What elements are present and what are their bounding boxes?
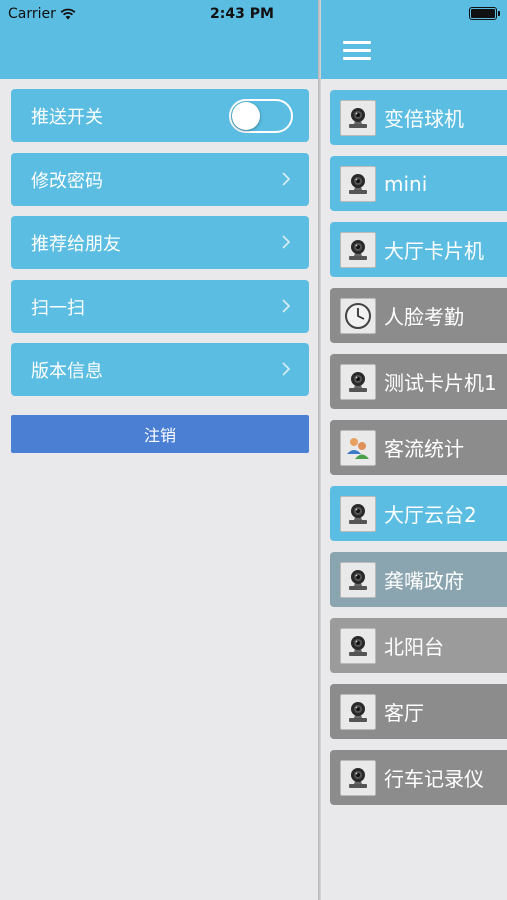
- chevron-right-icon: [282, 299, 291, 313]
- chevron-right-icon: [282, 235, 291, 249]
- device-item-label: 大厅卡片机: [384, 239, 484, 263]
- menu-item-version[interactable]: 版本信息: [11, 343, 309, 396]
- people-icon: [340, 429, 376, 466]
- chevron-right-icon: [282, 172, 291, 186]
- menu-item-scan[interactable]: 扫一扫: [11, 280, 309, 333]
- device-item-label: 变倍球机: [384, 107, 464, 131]
- device-item[interactable]: 大厅卡片机: [330, 222, 507, 277]
- device-item[interactable]: 客厅: [330, 684, 507, 739]
- push-toggle-switch[interactable]: [229, 99, 293, 133]
- device-item[interactable]: 大厅云台2: [330, 486, 507, 541]
- device-item[interactable]: 测试卡片机1: [330, 354, 507, 409]
- device-item[interactable]: 行车记录仪: [330, 750, 507, 805]
- device-item-label: mini: [384, 171, 428, 196]
- camera-icon: [340, 363, 376, 400]
- menu-item-label: 推荐给朋友: [31, 233, 121, 255]
- clock-icon: [340, 297, 376, 334]
- camera-icon: [340, 495, 376, 532]
- device-item-label: 大厅云台2: [384, 503, 477, 527]
- camera-icon: [340, 99, 376, 136]
- camera-icon: [340, 165, 376, 202]
- menu-item-label: 修改密码: [31, 170, 103, 192]
- menu-item-change-password[interactable]: 修改密码: [11, 153, 309, 206]
- menu-item-label: 扫一扫: [31, 297, 85, 319]
- device-item-label: 龚嘴政府: [384, 569, 464, 593]
- device-item-label: 客厅: [384, 701, 424, 725]
- device-item-label: 测试卡片机1: [384, 371, 497, 395]
- settings-panel: Carrier 2:43 PM 推送开关 修改密码 推荐给朋友 扫一扫 版本信息…: [0, 0, 318, 900]
- toggle-knob: [232, 102, 260, 130]
- chevron-right-icon: [282, 362, 291, 376]
- battery-icon: [469, 7, 500, 20]
- device-item[interactable]: 人脸考勤: [330, 288, 507, 343]
- device-item-label: 人脸考勤: [384, 305, 464, 329]
- device-item[interactable]: 客流统计: [330, 420, 507, 475]
- device-item-label: 行车记录仪: [384, 767, 484, 791]
- camera-icon: [340, 231, 376, 268]
- device-item[interactable]: 龚嘴政府: [330, 552, 507, 607]
- menu-item-recommend[interactable]: 推荐给朋友: [11, 216, 309, 269]
- menu-item-label: 推送开关: [31, 106, 103, 128]
- device-header: [321, 0, 507, 79]
- camera-icon: [340, 561, 376, 598]
- camera-icon: [340, 627, 376, 664]
- device-item-label: 北阳台: [384, 635, 444, 659]
- menu-icon[interactable]: [343, 41, 371, 61]
- logout-button[interactable]: 注销: [11, 415, 309, 453]
- device-panel: 变倍球机 mini 大厅卡片机人脸考勤测试卡片机1 客流统计大厅云台2 龚嘴政府北阳台客…: [321, 0, 507, 900]
- menu-item-label: 版本信息: [31, 360, 103, 382]
- device-item[interactable]: 变倍球机: [330, 90, 507, 145]
- camera-icon: [340, 693, 376, 730]
- menu-item-push-toggle[interactable]: 推送开关: [11, 89, 309, 142]
- camera-icon: [340, 759, 376, 796]
- device-item[interactable]: mini: [330, 156, 507, 211]
- device-item[interactable]: 北阳台: [330, 618, 507, 673]
- settings-header: Carrier 2:43 PM: [0, 0, 318, 79]
- device-item-label: 客流统计: [384, 437, 464, 461]
- status-time: 2:43 PM: [210, 6, 274, 22]
